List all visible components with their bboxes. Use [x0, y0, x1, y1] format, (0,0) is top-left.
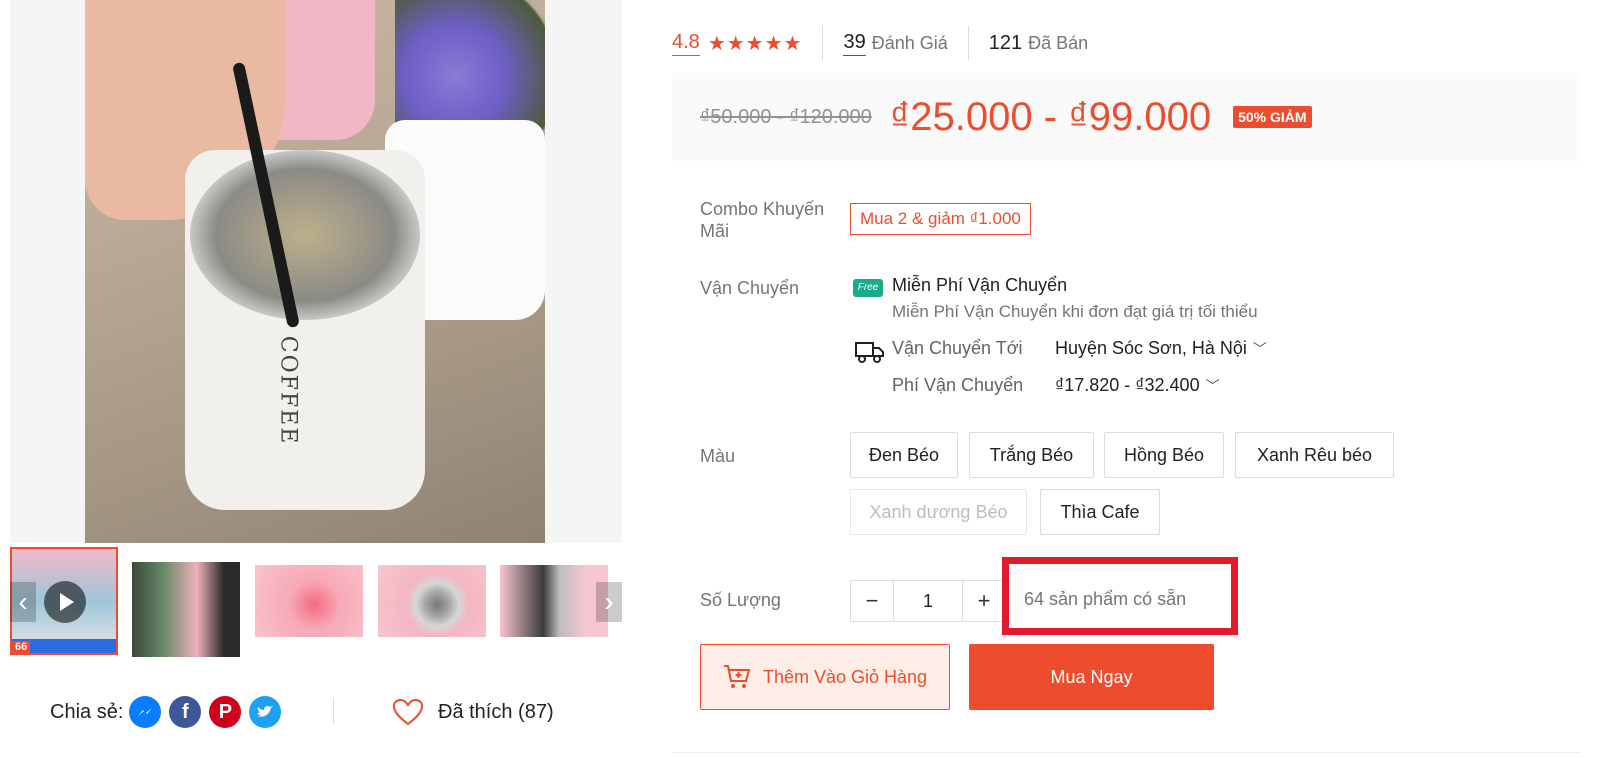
color-option-thia-cafe[interactable]: Thìa Cafe — [1040, 489, 1160, 535]
combo-tag[interactable]: Mua 2 & giảm ₫1.000 — [850, 203, 1031, 235]
thumbnail-5[interactable] — [500, 565, 608, 637]
thumbnail-3[interactable] — [255, 565, 363, 637]
reviews-count[interactable]: 39 — [843, 31, 866, 56]
current-price: ₫25.000 - ₫99.000 — [889, 94, 1212, 139]
rating-divider — [822, 26, 824, 60]
section-divider — [672, 752, 1580, 753]
quantity-plus-button[interactable]: + — [963, 581, 1005, 621]
gallery-next-arrow[interactable]: › — [596, 582, 622, 622]
combo-label: Combo Khuyến Mãi — [700, 199, 825, 241]
ship-fee-selector[interactable]: ₫17.820 - ₫32.400 ﹀ — [1055, 375, 1220, 396]
free-shipping-subtitle: Miễn Phí Vận Chuyển khi đơn đạt giá trị … — [892, 302, 1258, 321]
color-option-den-beo[interactable]: Đen Béo — [850, 432, 958, 478]
promo-badge: 66 — [12, 639, 116, 653]
cup-opening — [190, 150, 420, 320]
like-count-label: Đã thích (87) — [438, 700, 554, 723]
product-main-image[interactable]: COFFEE — [10, 0, 622, 543]
sold-count: 121 — [988, 31, 1023, 54]
ship-to-label: Vận Chuyển Tới — [892, 338, 1023, 358]
ship-fee-value: ₫17.820 - ₫32.400 — [1055, 375, 1200, 395]
quantity-stepper: − 1 + — [850, 580, 1006, 622]
discount-badge: 50% GIẢM — [1233, 106, 1312, 128]
share-label: Chia sẻ: — [50, 700, 124, 723]
original-price: ₫50.000 - ₫120.000 — [700, 105, 872, 128]
rating-stars-icon: ★★★★★ — [707, 32, 803, 55]
chevron-down-icon: ﹀ — [1205, 378, 1220, 394]
ship-fee-label: Phí Vận Chuyển — [892, 375, 1024, 395]
play-icon[interactable] — [44, 581, 86, 623]
truck-icon — [855, 342, 884, 363]
quantity-label: Số Lượng — [700, 590, 781, 610]
shipping-label: Vận Chuyển — [700, 278, 800, 298]
sold-divider — [967, 26, 969, 60]
facebook-icon[interactable]: f — [169, 696, 202, 728]
thumbnail-strip: 66 ‹ › — [10, 547, 622, 657]
messenger-icon[interactable] — [129, 696, 162, 728]
cup-label: COFFEE — [275, 335, 301, 446]
stock-text: 64 sản phẩm có sẵn — [1024, 589, 1187, 609]
buy-now-button[interactable]: Mua Ngay — [969, 644, 1214, 710]
color-option-xanh-reu-beo[interactable]: Xanh Rêu béo — [1235, 432, 1394, 478]
free-shipping-icon: Free — [853, 279, 883, 297]
quantity-minus-button[interactable]: − — [851, 581, 893, 621]
color-option-xanh-duong-beo[interactable]: Xanh dương Béo — [850, 489, 1027, 535]
twitter-icon[interactable] — [249, 696, 282, 728]
reviews-label: Đánh Giá — [871, 32, 948, 53]
price-section: ₫50.000 - ₫120.000 ₫25.000 - ₫99.000 50%… — [672, 73, 1580, 161]
rating-row: 4.8 ★★★★★ 39 Đánh Giá 121 Đã Bán — [672, 26, 1089, 60]
share-divider — [333, 698, 334, 724]
thumbnail-4[interactable] — [378, 565, 486, 637]
ship-to-value: Huyện Sóc Sơn, Hà Nội — [1055, 338, 1247, 358]
sold-label: Đã Bán — [1028, 32, 1089, 53]
color-label: Màu — [700, 446, 736, 466]
pinterest-icon[interactable]: P — [209, 696, 242, 728]
color-option-hong-beo[interactable]: Hồng Béo — [1104, 432, 1224, 478]
heart-icon — [392, 698, 424, 726]
rating-score[interactable]: 4.8 — [672, 31, 700, 56]
add-to-cart-label: Thêm Vào Giỏ Hàng — [762, 666, 928, 687]
product-photo: COFFEE — [85, 0, 545, 543]
thumbnail-2[interactable] — [132, 562, 240, 657]
add-to-cart-button[interactable]: Thêm Vào Giỏ Hàng — [700, 644, 950, 710]
color-option-trang-beo[interactable]: Trắng Béo — [969, 432, 1094, 478]
share-row: Chia sẻ: f P — [50, 696, 289, 728]
cart-icon — [723, 665, 751, 688]
chevron-down-icon: ﹀ — [1252, 341, 1267, 357]
free-shipping-title: Miễn Phí Vận Chuyển — [892, 275, 1068, 295]
ship-to-selector[interactable]: Huyện Sóc Sơn, Hà Nội ﹀ — [1055, 338, 1267, 359]
quantity-input[interactable]: 1 — [893, 581, 963, 621]
like-button[interactable]: Đã thích (87) — [392, 697, 554, 727]
gallery-prev-arrow[interactable]: ‹ — [10, 582, 36, 622]
